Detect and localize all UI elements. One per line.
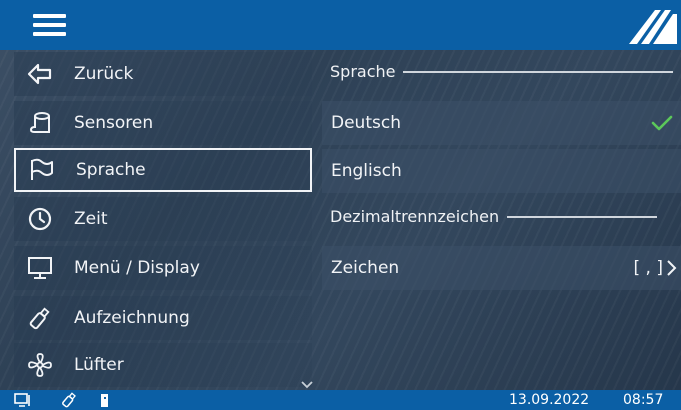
monitor-icon (26, 254, 54, 282)
sidebar-item-label: Sensoren (74, 113, 154, 133)
sidebar-item-label: Sprache (76, 160, 146, 180)
fan-icon (26, 351, 54, 379)
sidebar: Zurück Sensoren Sprache Zeit Menü / Disp… (0, 50, 314, 390)
option-row-englisch[interactable]: Englisch (322, 149, 681, 193)
battery-icon (101, 394, 108, 407)
sidebar-item-label: Zurück (74, 64, 134, 84)
pc-connection-icon (14, 393, 30, 407)
separator-label: Zeichen (331, 258, 400, 278)
usb-stick-icon (26, 304, 54, 332)
status-bar: 13.09.2022 08:57 (0, 390, 681, 410)
separator-value-group: [ , ] (634, 246, 677, 290)
section-title: Dezimaltrennzeichen (330, 207, 500, 226)
app-window: Zurück Sensoren Sprache Zeit Menü / Disp… (0, 0, 681, 410)
hamburger-menu-icon[interactable] (33, 14, 66, 36)
flag-icon (28, 156, 56, 184)
usb-stick-status-icon (62, 392, 76, 408)
option-row-deutsch[interactable]: Deutsch (322, 101, 681, 145)
separator-row[interactable]: Zeichen [ , ] (322, 246, 681, 290)
sensor-icon (26, 109, 54, 137)
section-header-dezimal: Dezimaltrennzeichen (330, 207, 658, 226)
option-label: Englisch (331, 161, 402, 181)
section-divider (403, 70, 674, 73)
clock-icon (26, 205, 54, 233)
checkmark-icon (651, 101, 673, 145)
option-label: Deutsch (331, 113, 401, 133)
settings-panel: Sprache Deutsch Englisch Dezimaltrennzei… (322, 50, 681, 390)
sidebar-item-menu-display[interactable]: Menü / Display (14, 246, 312, 290)
sidebar-item-sprache[interactable]: Sprache (14, 148, 312, 192)
section-divider (507, 215, 658, 218)
sidebar-item-label: Aufzeichnung (74, 308, 190, 328)
sidebar-item-aufzeichnung[interactable]: Aufzeichnung (14, 296, 312, 340)
status-date: 13.09.2022 (509, 392, 590, 408)
brand-logo-icon (629, 10, 677, 44)
section-header-sprache: Sprache (330, 62, 674, 81)
back-arrow-icon (26, 60, 54, 88)
separator-value: [ , ] (633, 258, 663, 278)
sidebar-item-luefter[interactable]: Lüfter (14, 343, 312, 387)
top-bar (0, 0, 681, 50)
sidebar-item-label: Zeit (74, 209, 108, 229)
sidebar-item-zurueck[interactable]: Zurück (14, 52, 312, 96)
section-title: Sprache (330, 62, 396, 81)
status-time: 08:57 (623, 392, 664, 408)
chevron-right-icon (667, 260, 677, 276)
chevron-down-icon[interactable] (300, 380, 314, 390)
sidebar-item-label: Menü / Display (74, 258, 200, 278)
sidebar-item-sensoren[interactable]: Sensoren (14, 101, 312, 145)
sidebar-item-label: Lüfter (74, 355, 124, 375)
sidebar-item-zeit[interactable]: Zeit (14, 197, 312, 241)
